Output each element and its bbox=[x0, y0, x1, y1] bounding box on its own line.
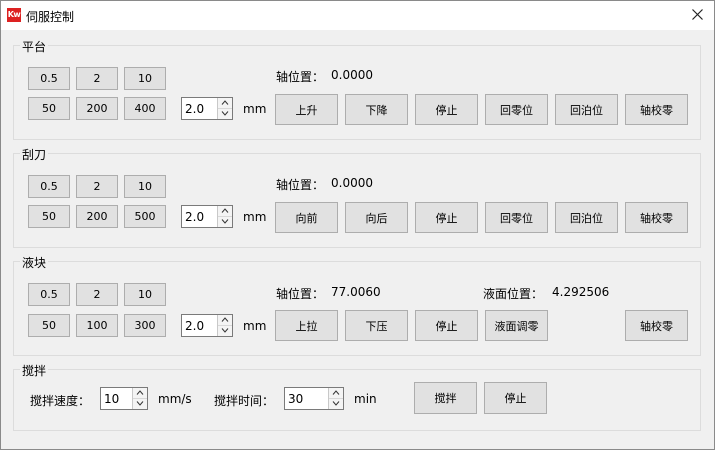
platform-unit: mm bbox=[243, 102, 267, 116]
scraper-axis-value: 0.0000 bbox=[331, 176, 373, 190]
stir-stop-button[interactable]: 停止 bbox=[484, 382, 547, 414]
platform-zero-axis-button[interactable]: 轴校零 bbox=[625, 94, 688, 125]
platform-axis-label: 轴位置： bbox=[276, 70, 325, 84]
scraper-axis-label: 轴位置： bbox=[276, 178, 325, 192]
stir-time-value: 30 bbox=[288, 392, 304, 406]
scraper-step-50-button[interactable]: 50 bbox=[28, 205, 70, 228]
platform-group: 平台 bbox=[13, 38, 701, 140]
stir-time-label: 搅拌时间： bbox=[214, 394, 275, 408]
chevron-up-icon bbox=[221, 100, 229, 105]
chevron-down-icon bbox=[221, 219, 229, 224]
tank-unit: mm bbox=[243, 319, 267, 333]
scraper-home-button[interactable]: 回零位 bbox=[485, 202, 548, 233]
scraper-step-0-5-button[interactable]: 0.5 bbox=[28, 175, 70, 198]
title-bar: Kw 伺服控制 bbox=[1, 1, 714, 30]
platform-distance-value: 2.0 bbox=[185, 102, 205, 116]
platform-step-0-5-button[interactable]: 0.5 bbox=[28, 67, 70, 90]
stir-group-label: 搅拌 bbox=[20, 362, 49, 379]
platform-distance-spinbox[interactable]: 2.0 bbox=[181, 97, 233, 120]
spin-down-button[interactable] bbox=[218, 326, 232, 336]
scraper-zero-axis-button[interactable]: 轴校零 bbox=[625, 202, 688, 233]
scraper-step-10-button[interactable]: 10 bbox=[124, 175, 166, 198]
scraper-step-2-button[interactable]: 2 bbox=[76, 175, 118, 198]
scraper-distance-spinbox[interactable]: 2.0 bbox=[181, 205, 233, 228]
tank-step-2-button[interactable]: 2 bbox=[76, 283, 118, 306]
tank-pull-up-button[interactable]: 上拉 bbox=[275, 310, 338, 341]
stir-time-spinbox[interactable]: 30 bbox=[284, 387, 344, 410]
tank-step-300-button[interactable]: 300 bbox=[124, 314, 166, 337]
platform-home-button[interactable]: 回零位 bbox=[485, 94, 548, 125]
spin-down-button[interactable] bbox=[218, 109, 232, 119]
spin-up-button[interactable] bbox=[218, 315, 232, 326]
tank-axis-value: 77.0060 bbox=[331, 285, 381, 299]
scraper-step-500-button[interactable]: 500 bbox=[124, 205, 166, 228]
tank-zero-axis-button[interactable]: 轴校零 bbox=[625, 310, 688, 341]
scraper-stop-button[interactable]: 停止 bbox=[415, 202, 478, 233]
spin-up-button[interactable] bbox=[218, 98, 232, 109]
tank-stop-button[interactable]: 停止 bbox=[415, 310, 478, 341]
platform-step-10-button[interactable]: 10 bbox=[124, 67, 166, 90]
spin-down-button[interactable] bbox=[218, 217, 232, 227]
tank-step-50-button[interactable]: 50 bbox=[28, 314, 70, 337]
scraper-group: 刮刀 bbox=[13, 146, 701, 248]
tank-axis-label: 轴位置： bbox=[276, 287, 325, 301]
tank-step-100-button[interactable]: 100 bbox=[76, 314, 118, 337]
chevron-down-icon bbox=[221, 328, 229, 333]
chevron-down-icon bbox=[221, 111, 229, 116]
close-icon bbox=[692, 9, 703, 20]
chevron-up-icon bbox=[221, 317, 229, 322]
scraper-distance-value: 2.0 bbox=[185, 210, 205, 224]
tank-level-label: 液面位置： bbox=[483, 287, 544, 301]
stir-speed-label: 搅拌速度： bbox=[30, 394, 91, 408]
scraper-backward-button[interactable]: 向后 bbox=[345, 202, 408, 233]
servo-control-window: Kw 伺服控制 平台 0.5 2 10 50 200 400 2.0 mm 轴位… bbox=[0, 0, 715, 450]
stir-time-unit: min bbox=[354, 392, 377, 406]
platform-step-400-button[interactable]: 400 bbox=[124, 97, 166, 120]
chevron-down-icon bbox=[332, 401, 340, 406]
tank-step-10-button[interactable]: 10 bbox=[124, 283, 166, 306]
scraper-park-button[interactable]: 回泊位 bbox=[555, 202, 618, 233]
chevron-up-icon bbox=[136, 390, 144, 395]
spin-down-button[interactable] bbox=[329, 399, 343, 409]
platform-park-button[interactable]: 回泊位 bbox=[555, 94, 618, 125]
chevron-up-icon bbox=[221, 208, 229, 213]
spin-up-button[interactable] bbox=[329, 388, 343, 399]
app-logo-icon: Kw bbox=[7, 8, 21, 22]
tank-level-zero-button[interactable]: 液面调零 bbox=[485, 310, 548, 341]
platform-step-200-button[interactable]: 200 bbox=[76, 97, 118, 120]
tank-distance-value: 2.0 bbox=[185, 319, 205, 333]
platform-up-button[interactable]: 上升 bbox=[275, 94, 338, 125]
spin-up-button[interactable] bbox=[133, 388, 147, 399]
tank-group: 液块 bbox=[13, 254, 701, 356]
tank-distance-spinbox[interactable]: 2.0 bbox=[181, 314, 233, 337]
tank-level-value: 4.292506 bbox=[552, 285, 610, 299]
window-title: 伺服控制 bbox=[26, 10, 75, 24]
tank-group-label: 液块 bbox=[20, 254, 49, 271]
stir-start-button[interactable]: 搅拌 bbox=[414, 382, 477, 414]
stir-speed-unit: mm/s bbox=[158, 392, 192, 406]
scraper-forward-button[interactable]: 向前 bbox=[275, 202, 338, 233]
spin-down-button[interactable] bbox=[133, 399, 147, 409]
tank-step-0-5-button[interactable]: 0.5 bbox=[28, 283, 70, 306]
platform-step-2-button[interactable]: 2 bbox=[76, 67, 118, 90]
platform-group-label: 平台 bbox=[20, 38, 49, 55]
platform-axis-value: 0.0000 bbox=[331, 68, 373, 82]
stir-speed-spinbox[interactable]: 10 bbox=[100, 387, 148, 410]
platform-down-button[interactable]: 下降 bbox=[345, 94, 408, 125]
scraper-step-200-button[interactable]: 200 bbox=[76, 205, 118, 228]
platform-stop-button[interactable]: 停止 bbox=[415, 94, 478, 125]
stir-speed-value: 10 bbox=[104, 392, 120, 406]
chevron-up-icon bbox=[332, 390, 340, 395]
spin-up-button[interactable] bbox=[218, 206, 232, 217]
scraper-unit: mm bbox=[243, 210, 267, 224]
close-button[interactable] bbox=[685, 3, 711, 27]
chevron-down-icon bbox=[136, 401, 144, 406]
platform-step-50-button[interactable]: 50 bbox=[28, 97, 70, 120]
scraper-group-label: 刮刀 bbox=[20, 146, 49, 163]
tank-press-down-button[interactable]: 下压 bbox=[345, 310, 408, 341]
